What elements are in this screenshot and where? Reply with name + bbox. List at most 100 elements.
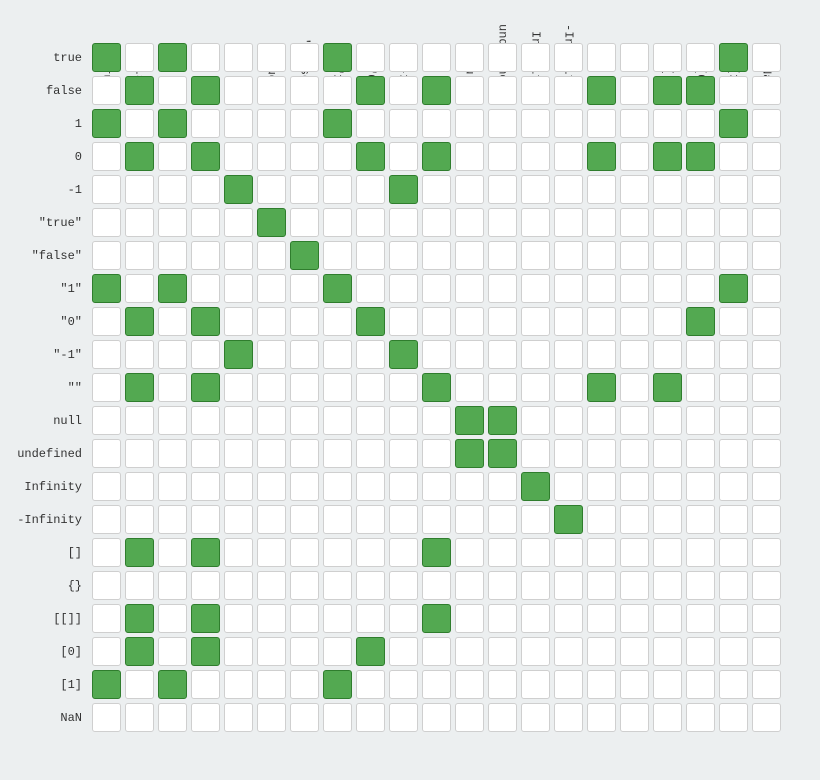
- cell-false: [686, 274, 715, 303]
- matrix-cell: [189, 140, 222, 173]
- cell-false: [554, 109, 583, 138]
- matrix-cell: [585, 437, 618, 470]
- matrix-cell: [354, 272, 387, 305]
- cell-true: [158, 43, 187, 72]
- cell-false: [455, 307, 484, 336]
- matrix-cell: [321, 206, 354, 239]
- cell-false: [752, 670, 781, 699]
- cell-false: [158, 241, 187, 270]
- cell-false: [752, 76, 781, 105]
- matrix-cell: [420, 536, 453, 569]
- cell-false: [290, 43, 319, 72]
- matrix-cell: [717, 41, 750, 74]
- cell-false: [587, 340, 616, 369]
- matrix-cell: [156, 107, 189, 140]
- cell-false: [620, 703, 649, 732]
- matrix-cell: [189, 41, 222, 74]
- cell-false: [158, 307, 187, 336]
- row-header: true: [10, 41, 90, 74]
- row-header: "-1": [10, 338, 90, 371]
- cell-false: [125, 439, 154, 468]
- matrix-cell: [717, 74, 750, 107]
- cell-false: [653, 472, 682, 501]
- cell-false: [257, 472, 286, 501]
- matrix-cell: [486, 74, 519, 107]
- cell-false: [752, 604, 781, 633]
- matrix-cell: [717, 701, 750, 734]
- matrix-cell: [684, 470, 717, 503]
- matrix-cell: [486, 41, 519, 74]
- cell-false: [653, 307, 682, 336]
- matrix-cell: [156, 635, 189, 668]
- matrix-cell: [222, 470, 255, 503]
- cell-false: [752, 274, 781, 303]
- cell-false: [92, 175, 121, 204]
- matrix-cell: [585, 173, 618, 206]
- matrix-cell: [222, 305, 255, 338]
- matrix-cell: [288, 338, 321, 371]
- matrix-cell: [321, 536, 354, 569]
- cell-false: [620, 604, 649, 633]
- matrix-cell: [354, 701, 387, 734]
- matrix-cell: [156, 437, 189, 470]
- matrix-cell: [519, 668, 552, 701]
- cell-false: [455, 472, 484, 501]
- cell-false: [356, 373, 385, 402]
- matrix-cell: [750, 602, 783, 635]
- matrix-cell: [255, 536, 288, 569]
- cell-false: [488, 307, 517, 336]
- row-header: "false": [10, 239, 90, 272]
- cell-true: [488, 406, 517, 435]
- cell-false: [323, 538, 352, 567]
- cell-false: [257, 373, 286, 402]
- matrix-cell: [486, 437, 519, 470]
- cell-false: [389, 472, 418, 501]
- cell-false: [257, 571, 286, 600]
- cell-false: [125, 406, 154, 435]
- matrix-cell: [222, 74, 255, 107]
- matrix-cell: [585, 404, 618, 437]
- matrix-cell: [519, 470, 552, 503]
- matrix-cell: [90, 470, 123, 503]
- cell-false: [653, 439, 682, 468]
- matrix-cell: [387, 536, 420, 569]
- matrix-cell: [222, 272, 255, 305]
- cell-false: [488, 505, 517, 534]
- cell-false: [521, 505, 550, 534]
- matrix-cell: [618, 272, 651, 305]
- matrix-cell: [618, 206, 651, 239]
- cell-true: [686, 307, 715, 336]
- cell-false: [488, 571, 517, 600]
- cell-false: [587, 670, 616, 699]
- matrix-cell: [618, 668, 651, 701]
- matrix-cell: [123, 272, 156, 305]
- cell-true: [224, 340, 253, 369]
- cell-false: [92, 439, 121, 468]
- cell-false: [521, 340, 550, 369]
- cell-false: [191, 241, 220, 270]
- matrix-cell: [717, 602, 750, 635]
- cell-false: [422, 109, 451, 138]
- cell-false: [455, 505, 484, 534]
- matrix-cell: [684, 569, 717, 602]
- matrix-cell: [453, 503, 486, 536]
- matrix-cell: [618, 569, 651, 602]
- cell-false: [92, 571, 121, 600]
- cell-false: [92, 373, 121, 402]
- matrix-cell: [552, 437, 585, 470]
- matrix-cell: [156, 404, 189, 437]
- matrix-cell: [651, 701, 684, 734]
- cell-false: [191, 208, 220, 237]
- matrix-cell: [750, 635, 783, 668]
- matrix-cell: [453, 338, 486, 371]
- cell-false: [455, 241, 484, 270]
- matrix-cell: [321, 635, 354, 668]
- cell-false: [653, 538, 682, 567]
- cell-false: [587, 604, 616, 633]
- cell-false: [752, 340, 781, 369]
- matrix-cell: [519, 206, 552, 239]
- matrix-cell: [321, 107, 354, 140]
- cell-false: [224, 604, 253, 633]
- matrix-cell: [321, 239, 354, 272]
- matrix-cell: [387, 602, 420, 635]
